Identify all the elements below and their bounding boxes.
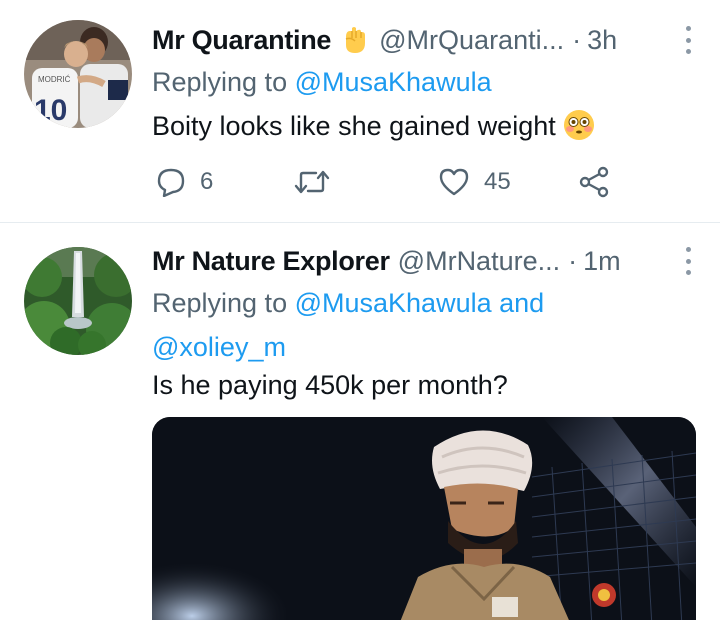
display-name[interactable]: Mr Nature Explorer	[152, 246, 390, 277]
display-name[interactable]: Mr Quarantine	[152, 25, 331, 56]
tweet-text-content: Is he paying 450k per month?	[152, 370, 508, 400]
svg-text:MODRIĆ: MODRIĆ	[38, 75, 71, 84]
reply-button[interactable]: 6	[156, 160, 213, 204]
reply-icon	[156, 167, 186, 197]
retweet-icon	[294, 167, 330, 197]
tweet-actions: 6 45	[152, 160, 612, 204]
replying-to: Replying to @MusaKhawula	[152, 60, 690, 104]
avatar[interactable]: MODRIĆ 10	[24, 20, 132, 128]
tweet-media-image[interactable]	[152, 417, 696, 620]
tweet-header: Mr Nature Explorer @MrNature... · 1m	[152, 241, 694, 281]
replying-to-prefix: Replying to	[152, 67, 295, 97]
raised-fist-emoji-icon	[337, 23, 371, 57]
share-icon	[578, 166, 610, 198]
like-count: 45	[484, 168, 511, 195]
mention-link[interactable]: @MusaKhawula	[295, 288, 492, 318]
more-options-icon[interactable]	[682, 26, 694, 54]
mention-link[interactable]: @MusaKhawula	[295, 67, 492, 97]
tweet-feed: MODRIĆ 10 Mr Quarantine @MrQuaranti... ·…	[0, 0, 720, 620]
timestamp[interactable]: 3h	[587, 25, 617, 56]
svg-text:10: 10	[34, 94, 67, 127]
tweet-text: Is he paying 450k per month?	[152, 365, 690, 405]
replying-to: Replying to @MusaKhawula and @xoliey_m	[152, 281, 690, 369]
mention-link[interactable]: @xoliey_m	[152, 332, 286, 362]
separator-dot: ·	[568, 245, 578, 276]
flushed-face-emoji-icon	[562, 108, 596, 142]
timestamp[interactable]: 1m	[583, 246, 621, 277]
more-options-icon[interactable]	[682, 247, 694, 275]
heart-icon	[438, 167, 470, 197]
reply-count: 6	[200, 168, 214, 195]
tweet-text: Boity looks like she gained weight	[152, 106, 690, 146]
separator-dot: ·	[572, 24, 582, 55]
replying-to-join[interactable]: and	[492, 288, 544, 318]
avatar[interactable]	[24, 247, 132, 355]
like-button[interactable]: 45	[438, 160, 511, 204]
tweet-text-content: Boity looks like she gained weight	[152, 111, 556, 141]
replying-to-prefix: Replying to	[152, 288, 295, 318]
share-button[interactable]	[578, 160, 610, 204]
tweet-header: Mr Quarantine @MrQuaranti... · 3h	[152, 20, 694, 60]
user-handle[interactable]: @MrNature...	[398, 246, 560, 277]
tweet-item[interactable]: MODRIĆ 10 Mr Quarantine @MrQuaranti... ·…	[0, 0, 720, 223]
retweet-button[interactable]	[294, 160, 344, 204]
tweet-item[interactable]: Mr Nature Explorer @MrNature... · 1m Rep…	[0, 223, 720, 620]
user-handle[interactable]: @MrQuaranti...	[379, 25, 564, 56]
